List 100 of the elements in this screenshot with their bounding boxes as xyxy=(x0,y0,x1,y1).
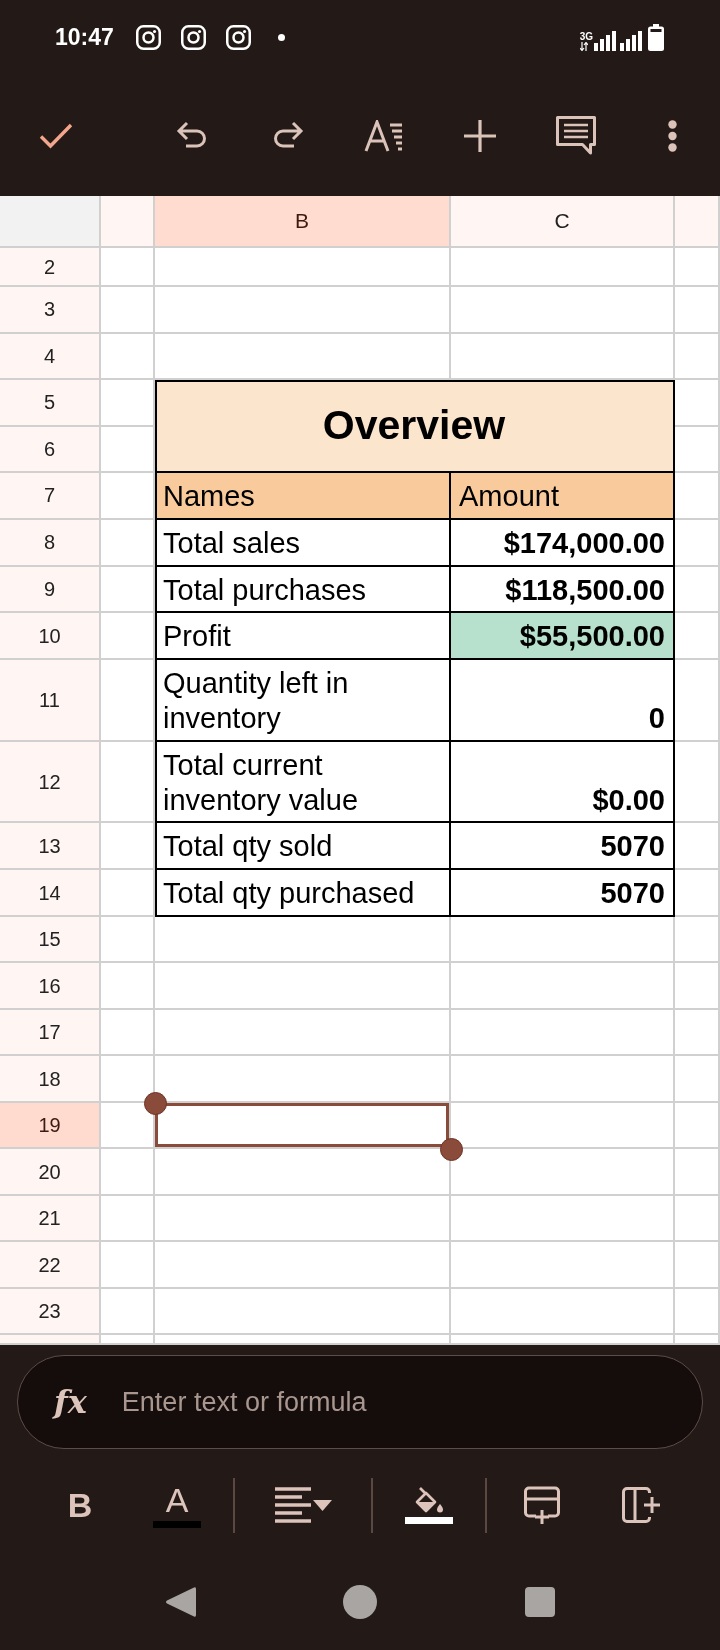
sheet-cell[interactable] xyxy=(101,1009,155,1057)
sheet-cell[interactable] xyxy=(155,1009,451,1057)
sheet-cell[interactable] xyxy=(101,426,155,473)
sheet-cell[interactable] xyxy=(451,963,675,1010)
row-header[interactable]: 2 xyxy=(0,248,101,287)
sheet-cell[interactable] xyxy=(675,380,720,427)
row-header[interactable]: 13 xyxy=(0,823,101,871)
sheet-cell[interactable] xyxy=(101,1149,155,1196)
row-header[interactable]: 10 xyxy=(0,613,101,661)
sheet-cell[interactable] xyxy=(675,1149,720,1196)
row-header[interactable]: 4 xyxy=(0,333,101,380)
sheet-cell[interactable] xyxy=(155,1195,451,1243)
row-header[interactable]: 23 xyxy=(0,1288,101,1336)
insert-column-icon xyxy=(622,1487,660,1523)
sheet-cell[interactable] xyxy=(675,1102,720,1150)
row-header[interactable]: 15 xyxy=(0,916,101,964)
row-header[interactable]: 12 xyxy=(0,741,101,824)
row-header[interactable]: 9 xyxy=(0,566,101,614)
row-header[interactable]: 8 xyxy=(0,519,101,567)
sheet-cell[interactable] xyxy=(451,1056,675,1103)
paint-bucket-icon xyxy=(414,1486,444,1513)
sheet-cell[interactable] xyxy=(101,1195,155,1243)
sheet-cell[interactable] xyxy=(675,287,720,334)
sheet-cell[interactable] xyxy=(451,1195,675,1243)
table-cell: Total sales xyxy=(155,519,451,567)
row-header[interactable]: 18 xyxy=(0,1056,101,1103)
sheet-cell[interactable] xyxy=(675,963,720,1010)
back-button[interactable] xyxy=(163,1585,197,1619)
row-header[interactable]: 7 xyxy=(0,473,101,520)
column-header[interactable]: B xyxy=(155,196,451,248)
sheet-cell[interactable] xyxy=(675,870,720,917)
row-header[interactable]: 14 xyxy=(0,870,101,917)
row-header[interactable]: 19 xyxy=(0,1102,101,1150)
row-header[interactable]: 21 xyxy=(0,1195,101,1243)
sheet-cell[interactable] xyxy=(675,566,720,614)
selected-cell[interactable] xyxy=(155,1102,451,1150)
home-icon xyxy=(343,1585,377,1619)
sheet-cell[interactable] xyxy=(451,1009,675,1057)
sheet-cell[interactable] xyxy=(101,287,155,334)
sheet-cell[interactable] xyxy=(155,1242,451,1289)
sheet-cell[interactable] xyxy=(155,916,451,964)
row-header[interactable]: 6 xyxy=(0,426,101,473)
table-cell: 0 xyxy=(451,660,675,742)
table-cell: $174,000.00 xyxy=(451,519,675,567)
sheet-cell[interactable] xyxy=(675,823,720,871)
sheet-cell[interactable] xyxy=(675,248,720,287)
sheet-cell[interactable] xyxy=(675,1288,720,1336)
sheet-cell[interactable] xyxy=(675,660,720,742)
formula-input[interactable]: Enter text or formula xyxy=(121,1372,672,1432)
recent-apps-button[interactable] xyxy=(523,1585,557,1619)
sheet-cell[interactable] xyxy=(451,1288,675,1336)
selection-handle-icon[interactable] xyxy=(439,1137,463,1161)
sheet-cell[interactable] xyxy=(155,1288,451,1336)
sheet-cell[interactable] xyxy=(101,1242,155,1289)
sheet-cell[interactable] xyxy=(675,1242,720,1289)
sheet-cell[interactable] xyxy=(675,613,720,661)
home-button[interactable] xyxy=(343,1585,377,1619)
row-header[interactable]: 5 xyxy=(0,380,101,427)
row-header[interactable]: 3 xyxy=(0,287,101,334)
text-color-button[interactable]: A xyxy=(149,1475,205,1535)
table-header-cell: Amount xyxy=(451,473,675,520)
sheet-cell[interactable] xyxy=(451,248,675,287)
table-title: Overview xyxy=(155,380,675,473)
sheet-cell[interactable] xyxy=(675,741,720,824)
row-header[interactable]: 17 xyxy=(0,1009,101,1057)
sheet-cell[interactable] xyxy=(101,963,155,1010)
select-all-corner[interactable] xyxy=(0,196,101,248)
sheet-cell[interactable] xyxy=(155,248,451,287)
sheet-cell[interactable] xyxy=(451,916,675,964)
formula-bar[interactable]: fx Enter text or formula xyxy=(17,1355,703,1449)
row-header[interactable]: 11 xyxy=(0,660,101,742)
sheet-cell[interactable] xyxy=(675,426,720,473)
data-arrows-icon xyxy=(579,42,588,51)
bold-button[interactable]: B xyxy=(52,1475,108,1535)
camera-icon xyxy=(135,25,161,50)
sheet-cell[interactable] xyxy=(675,916,720,964)
column-header[interactable]: C xyxy=(451,196,675,248)
sheet-cell[interactable] xyxy=(451,287,675,334)
sheet-cell[interactable] xyxy=(675,473,720,520)
row-header[interactable]: 16 xyxy=(0,963,101,1010)
sheet-cell[interactable] xyxy=(675,519,720,567)
sheet-cell[interactable] xyxy=(101,1288,155,1336)
sheet-cell[interactable] xyxy=(675,1195,720,1243)
selection-handle-icon[interactable] xyxy=(143,1092,167,1116)
text-format-icon xyxy=(364,119,404,152)
check-icon xyxy=(39,122,73,149)
row-header[interactable]: 20 xyxy=(0,1149,101,1196)
sheet-cell[interactable] xyxy=(451,1242,675,1289)
sheet-cell[interactable] xyxy=(101,248,155,287)
sheet-cell[interactable] xyxy=(101,333,155,380)
sheet-cell[interactable] xyxy=(675,1009,720,1057)
function-button[interactable]: fx xyxy=(46,1386,95,1418)
row-header[interactable]: 22 xyxy=(0,1242,101,1289)
row-header[interactable] xyxy=(0,1335,101,1345)
sheet-cell[interactable] xyxy=(155,963,451,1010)
sheet-cell[interactable] xyxy=(675,333,720,380)
sheet-cell[interactable] xyxy=(101,916,155,964)
column-header[interactable] xyxy=(675,196,720,248)
sheet-cell[interactable] xyxy=(675,1056,720,1103)
sheet-cell[interactable] xyxy=(155,287,451,334)
